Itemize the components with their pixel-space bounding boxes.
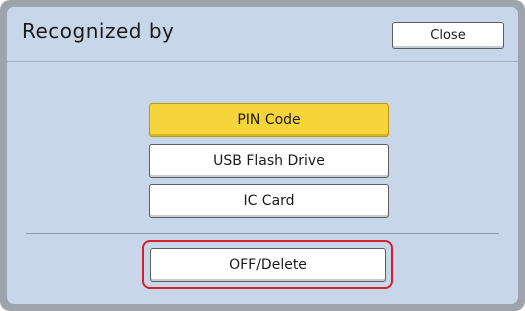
usb-flash-drive-button[interactable]: USB Flash Drive	[149, 144, 389, 178]
dialog-header: Recognized by Close	[7, 7, 518, 62]
close-button[interactable]: Close	[392, 22, 504, 49]
device-screen-frame: Recognized by Close PIN Code USB Flash D…	[0, 0, 525, 311]
ic-card-button[interactable]: IC Card	[149, 184, 389, 218]
off-delete-button[interactable]: OFF/Delete	[150, 248, 386, 282]
recognized-by-dialog: Recognized by Close PIN Code USB Flash D…	[7, 7, 518, 304]
dialog-title: Recognized by	[22, 19, 175, 43]
section-divider	[26, 233, 499, 234]
pin-code-button[interactable]: PIN Code	[149, 103, 389, 137]
